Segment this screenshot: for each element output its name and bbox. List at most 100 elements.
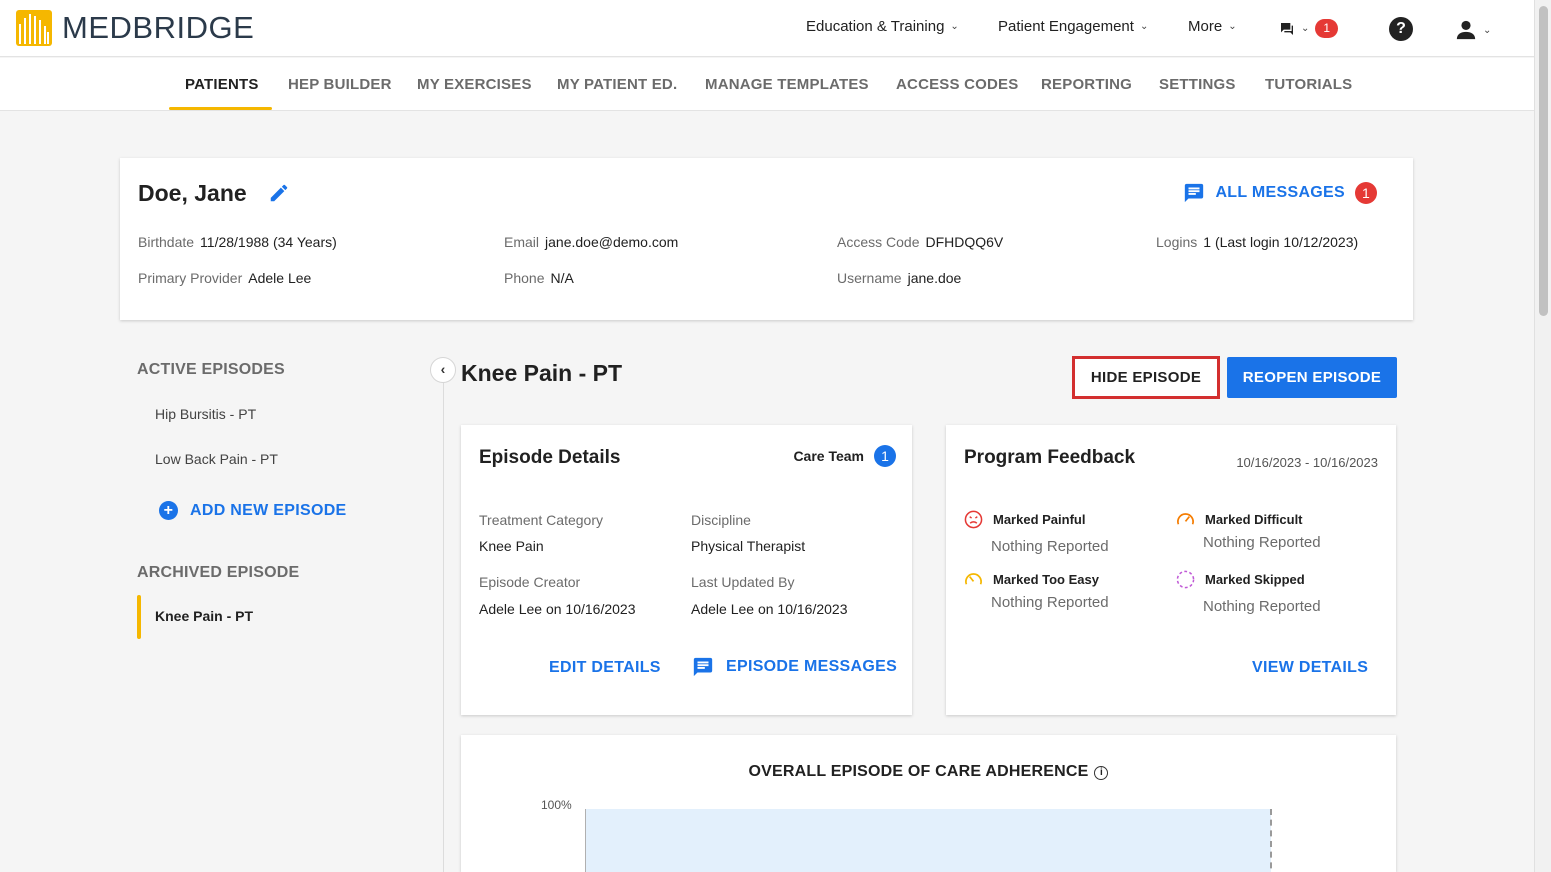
email-field: Email jane.doe@demo.com xyxy=(504,234,678,250)
provider-field: Primary Provider Adele Lee xyxy=(138,270,311,286)
brand-name: MEDBRIDGE xyxy=(62,10,255,45)
chat-icon xyxy=(1281,22,1293,35)
nav-engagement-label: Patient Engagement xyxy=(998,18,1134,35)
care-team-link[interactable]: Care Team 1 xyxy=(793,445,896,467)
last-updated-label: Last Updated By xyxy=(691,574,795,590)
all-messages-link[interactable]: ALL MESSAGES 1 xyxy=(1183,182,1377,204)
nav-education-label: Education & Training xyxy=(806,18,945,35)
message-icon xyxy=(693,657,713,677)
nav-more-label: More xyxy=(1188,18,1223,35)
email-value: jane.doe@demo.com xyxy=(545,234,679,250)
chevron-down-icon: ⌄ xyxy=(1301,23,1310,34)
chart-date-marker xyxy=(1270,809,1272,872)
tab-patients[interactable]: PATIENTS xyxy=(185,76,259,93)
gauge-high-icon xyxy=(1177,513,1194,525)
account-menu[interactable]: ⌄ xyxy=(1455,19,1491,41)
active-tab-indicator xyxy=(169,107,272,110)
access-code-label: Access Code xyxy=(837,234,920,250)
gauge-low-icon xyxy=(965,573,982,585)
help-icon[interactable]: ? xyxy=(1389,17,1413,41)
adherence-chart-card: OVERALL EPISODE OF CARE ADHERENCE i 100% xyxy=(461,735,1396,872)
reopen-episode-button[interactable]: REOPEN EPISODE xyxy=(1227,357,1397,398)
selected-indicator xyxy=(137,595,141,639)
add-icon: + xyxy=(159,501,178,520)
phone-field: Phone N/A xyxy=(504,270,574,286)
tab-tutorials[interactable]: TUTORIALS xyxy=(1265,76,1352,93)
marked-too-easy: Marked Too Easy xyxy=(964,570,1099,589)
patient-info-card: Doe, Jane ALL MESSAGES 1 Birthdate 11/28/… xyxy=(120,158,1413,320)
info-icon[interactable]: i xyxy=(1094,766,1109,780)
treatment-category-value: Knee Pain xyxy=(479,538,544,554)
username-value: jane.doe xyxy=(907,270,962,286)
difficult-value: Nothing Reported xyxy=(1203,534,1321,551)
message-icon xyxy=(1185,183,1204,203)
active-episodes-heading: ACTIVE EPISODES xyxy=(137,361,285,378)
nav-more[interactable]: More ⌄ xyxy=(1188,18,1237,35)
sad-face-icon xyxy=(964,510,983,529)
sidebar-item-episode[interactable]: Hip Bursitis - PT xyxy=(155,406,256,422)
sidebar-item-archived-episode[interactable]: Knee Pain - PT xyxy=(155,608,253,624)
birthdate-field: Birthdate 11/28/1988 (34 Years) xyxy=(138,234,337,250)
logins-value: 1 (Last login 10/12/2023) xyxy=(1203,234,1359,250)
user-icon xyxy=(1456,20,1476,40)
pencil-icon[interactable] xyxy=(268,182,290,204)
episode-creator-value: Adele Lee on 10/16/2023 xyxy=(479,601,636,617)
archived-episode-heading: ARCHIVED EPISODE xyxy=(137,564,300,581)
marked-difficult: Marked Difficult xyxy=(1176,510,1303,529)
collapse-sidebar-button[interactable]: ‹ xyxy=(430,357,456,383)
hide-episode-button[interactable]: HIDE EPISODE xyxy=(1072,356,1220,399)
marked-too-easy-label: Marked Too Easy xyxy=(993,572,1099,587)
episode-details-title: Episode Details xyxy=(479,447,621,468)
discipline-value: Physical Therapist xyxy=(691,538,806,554)
nav-education[interactable]: Education & Training ⌄ xyxy=(806,18,959,35)
tab-my-exercises[interactable]: MY EXERCISES xyxy=(417,76,532,93)
discipline-label: Discipline xyxy=(691,512,751,528)
messages-menu[interactable]: ⌄ 1 xyxy=(1279,19,1339,38)
patient-name: Doe, Jane xyxy=(138,180,247,206)
treatment-category-label: Treatment Category xyxy=(479,512,603,528)
episode-messages-label: EPISODE MESSAGES xyxy=(726,658,898,675)
username-label: Username xyxy=(837,270,902,286)
phone-label: Phone xyxy=(504,270,545,286)
username-field: Username jane.doe xyxy=(837,270,961,286)
medbridge-logo-icon xyxy=(16,10,52,46)
too-easy-value: Nothing Reported xyxy=(991,594,1109,611)
adherence-chart-area xyxy=(585,809,1271,872)
marked-skipped: Marked Skipped xyxy=(1176,570,1305,589)
feedback-date-range: 10/16/2023 - 10/16/2023 xyxy=(1236,455,1378,470)
message-count-badge: 1 xyxy=(1315,19,1339,38)
phone-value: N/A xyxy=(550,270,574,286)
tab-access-codes[interactable]: ACCESS CODES xyxy=(896,76,1018,93)
chevron-down-icon: ⌄ xyxy=(1483,24,1492,36)
episode-title: Knee Pain - PT xyxy=(461,360,623,386)
episode-messages-link[interactable]: EPISODE MESSAGES xyxy=(692,656,897,678)
main-tabs: PATIENTS HEP BUILDER MY EXERCISES MY PAT… xyxy=(0,58,1534,111)
marked-difficult-label: Marked Difficult xyxy=(1205,512,1303,527)
email-label: Email xyxy=(504,234,540,250)
add-new-episode-button[interactable]: + ADD NEW EPISODE xyxy=(159,501,347,520)
tab-settings[interactable]: SETTINGS xyxy=(1159,76,1236,93)
tab-hep-builder[interactable]: HEP BUILDER xyxy=(288,76,392,93)
edit-details-link[interactable]: EDIT DETAILS xyxy=(549,659,661,677)
program-feedback-title: Program Feedback xyxy=(964,447,1136,468)
tab-my-patient-ed[interactable]: MY PATIENT ED. xyxy=(557,76,677,93)
last-updated-value: Adele Lee on 10/16/2023 xyxy=(691,601,848,617)
skipped-value: Nothing Reported xyxy=(1203,598,1321,615)
birthdate-value: 11/28/1988 (34 Years) xyxy=(200,234,337,250)
medbridge-logo[interactable]: MEDBRIDGE xyxy=(16,10,254,46)
add-episode-label: ADD NEW EPISODE xyxy=(190,501,347,519)
chevron-left-icon: ‹ xyxy=(440,361,446,377)
episode-details-card: Episode Details Care Team 1 Treatment Ca… xyxy=(461,425,912,715)
scrollbar-thumb[interactable] xyxy=(1539,6,1548,316)
logins-field: Logins 1 (Last login 10/12/2023) xyxy=(1156,234,1358,250)
nav-patient-engagement[interactable]: Patient Engagement ⌄ xyxy=(998,18,1148,35)
page-scrollbar[interactable] xyxy=(1534,0,1551,872)
marked-painful: Marked Painful xyxy=(964,510,1085,529)
tab-manage-templates[interactable]: MANAGE TEMPLATES xyxy=(705,76,869,93)
access-code-value: DFHDQQ6V xyxy=(925,234,1004,250)
adherence-title-label: OVERALL EPISODE OF CARE ADHERENCE xyxy=(748,763,1089,780)
tab-reporting[interactable]: REPORTING xyxy=(1041,76,1132,93)
view-details-link[interactable]: VIEW DETAILS xyxy=(1252,659,1368,677)
provider-label: Primary Provider xyxy=(138,270,243,286)
sidebar-item-episode[interactable]: Low Back Pain - PT xyxy=(155,451,278,467)
